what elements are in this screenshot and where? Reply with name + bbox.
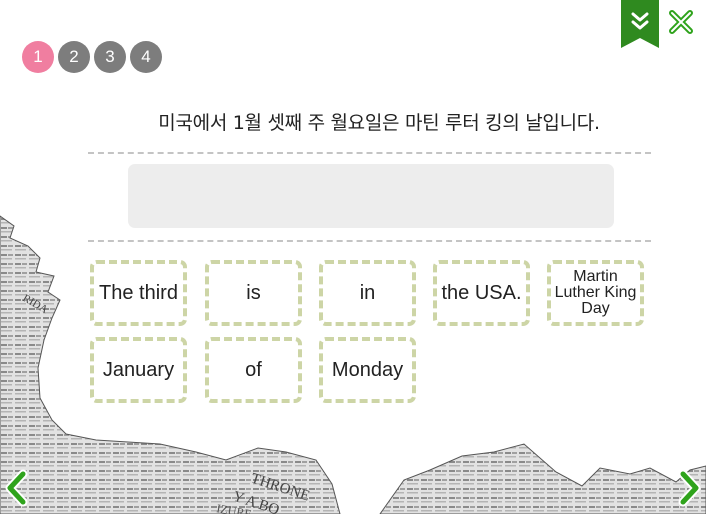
word-tile-monday[interactable]: Monday <box>319 337 416 403</box>
word-tile-of[interactable]: of <box>205 337 302 403</box>
close-icon[interactable] <box>667 8 695 36</box>
question-text: 미국에서 1월 셋째 주 월요일은 마틴 루터 킹의 날입니다. <box>158 112 600 134</box>
divider-top <box>88 152 651 154</box>
step-4-button[interactable]: 4 <box>130 41 162 73</box>
divider-bottom <box>88 240 651 242</box>
word-tile-martin-luther-king-day[interactable]: Martin Luther King Day <box>547 260 644 326</box>
step-indicator: 1 2 3 4 <box>22 41 162 73</box>
step-1-button[interactable]: 1 <box>22 41 54 73</box>
newspaper-background: THRONE Y A BO IZURE RIDA <box>0 215 706 514</box>
next-arrow-icon[interactable] <box>678 468 702 508</box>
collapse-ribbon-icon[interactable] <box>621 0 659 48</box>
answer-box[interactable] <box>128 164 614 228</box>
step-2-button[interactable]: 2 <box>58 41 90 73</box>
word-tile-january[interactable]: January <box>90 337 187 403</box>
word-tile-is[interactable]: is <box>205 260 302 326</box>
word-tile-the-usa[interactable]: the USA. <box>433 260 530 326</box>
top-controls <box>621 0 701 48</box>
word-tile-in[interactable]: in <box>319 260 416 326</box>
word-tile-the-third[interactable]: The third <box>90 260 187 326</box>
prev-arrow-icon[interactable] <box>4 468 28 508</box>
step-3-button[interactable]: 3 <box>94 41 126 73</box>
